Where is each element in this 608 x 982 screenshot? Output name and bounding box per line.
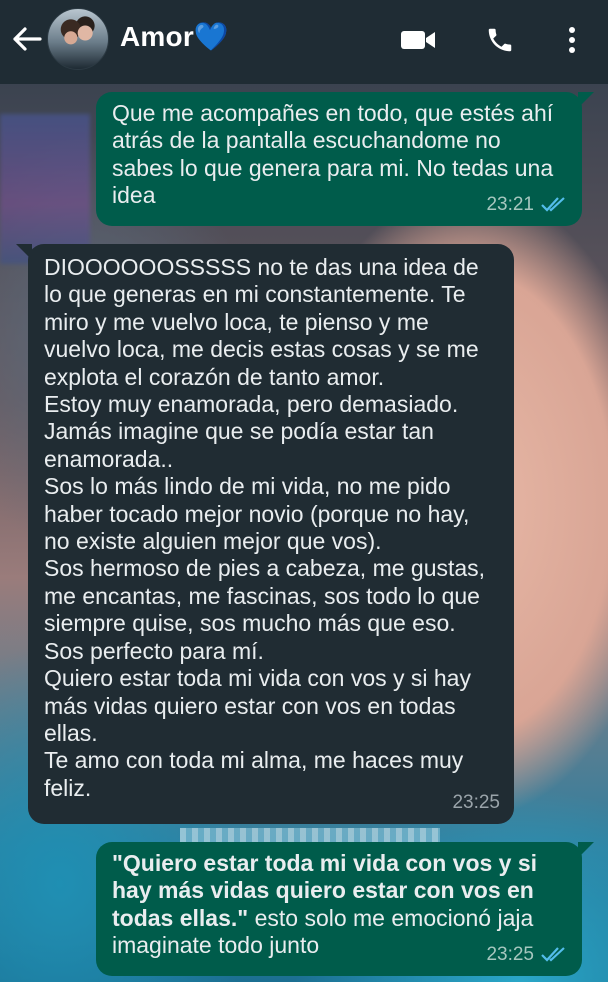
- back-arrow-icon[interactable]: [10, 22, 44, 56]
- message-meta: 23:25: [486, 941, 568, 968]
- message-meta: 23:21: [486, 191, 568, 218]
- chat-header: Amor💙: [0, 0, 608, 84]
- message-meta: 23:25: [452, 789, 500, 816]
- message-bubble-outgoing[interactable]: Que me acompañes en todo, que estés ahí …: [96, 92, 594, 226]
- phone-icon[interactable]: [480, 22, 520, 58]
- message-time: 23:21: [486, 193, 534, 215]
- message-bubble-outgoing[interactable]: "Quiero estar toda mi vida con vos y si …: [96, 842, 594, 976]
- bubble-tail: [16, 244, 32, 260]
- bubble-tail: [578, 92, 594, 108]
- message-bubble-incoming[interactable]: DIOOOOOOSSSSS no te das una idea de lo q…: [16, 244, 514, 824]
- video-call-icon[interactable]: [398, 22, 438, 58]
- more-options-icon[interactable]: [552, 22, 592, 58]
- read-ticks-icon: [541, 947, 565, 962]
- contact-name-text: Amor: [120, 21, 194, 52]
- message-time: 23:25: [486, 943, 534, 965]
- blue-heart-emoji: 💙: [193, 21, 229, 52]
- message-time: 23:25: [452, 791, 500, 813]
- bubble-tail: [578, 842, 594, 858]
- read-ticks-icon: [541, 197, 565, 212]
- wallpaper-detail: [0, 114, 90, 264]
- contact-name[interactable]: Amor💙: [120, 20, 229, 53]
- message-text: DIOOOOOOSSSSS no te das una idea de lo q…: [44, 254, 486, 801]
- avatar[interactable]: [47, 8, 109, 70]
